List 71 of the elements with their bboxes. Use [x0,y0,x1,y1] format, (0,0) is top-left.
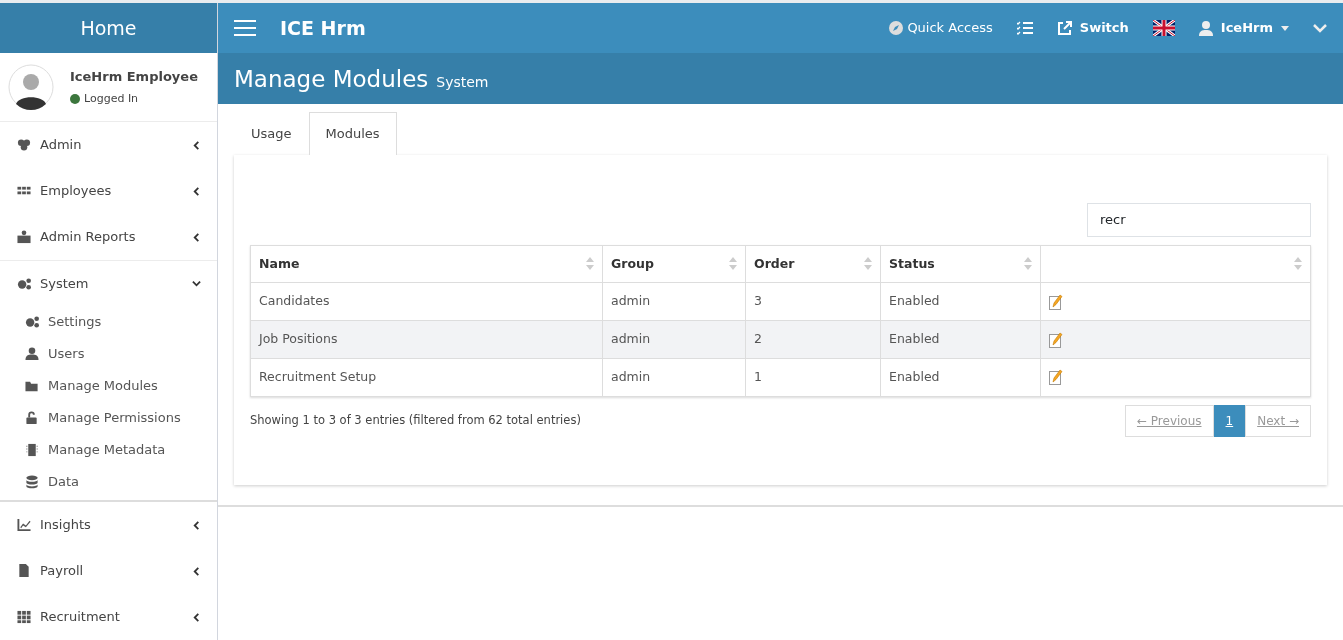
column-header[interactable]: Name [250,245,603,283]
column-header[interactable]: Status [880,245,1041,283]
user-menu[interactable]: IceHrm [1198,18,1289,38]
external-link-icon [1056,20,1072,36]
chevron-down-icon[interactable] [1313,23,1327,33]
sidebar-item[interactable]: Recruitment [0,594,217,640]
submenu-item[interactable]: Manage Metadata [0,434,217,466]
submenu-item[interactable]: Users [0,338,217,370]
page-title: Manage Modules [234,64,429,94]
app-title: ICE Hrm [280,15,367,41]
column-header[interactable]: Order [745,245,881,283]
sidebar-item[interactable]: Insights [0,502,217,548]
table-cell: Job Positions [250,320,603,359]
gears-icon [16,276,32,291]
status-text: Logged In [84,90,139,107]
document-icon [16,564,32,578]
caret-icon [1281,25,1289,31]
sort-icon[interactable] [586,257,594,271]
grid-icon [16,610,32,624]
person-icon [24,347,40,361]
quick-access-link[interactable]: Quick Access [889,18,993,38]
table-cell: admin [602,282,746,321]
table-cell: Enabled [880,358,1041,396]
table-info: Showing 1 to 3 of 3 entries (filtered from 62 total entries) [250,411,581,429]
edit-icon[interactable] [1049,293,1063,310]
edit-icon[interactable] [1049,369,1063,386]
table-cell: Recruitment Setup [250,358,603,396]
avatar-icon [8,64,54,110]
table-cell: Candidates [250,282,603,321]
flag-icon[interactable] [1152,20,1175,36]
tab[interactable]: Modules [308,112,397,155]
tab[interactable]: Usage [234,112,309,155]
checklist-icon[interactable] [1016,21,1033,35]
user-name: IceHrm Employee [70,68,198,86]
table-cell: 3 [745,282,881,321]
sort-icon[interactable] [729,257,737,271]
briefcase-icon [16,230,32,244]
lock-icon [24,411,40,425]
table-cell: admin [602,358,746,396]
table-cell: Enabled [880,282,1041,321]
sidebar-item[interactable]: Admin Reports [0,214,217,260]
column-header[interactable]: Group [602,245,746,283]
compass-icon [889,21,904,35]
switch-link[interactable]: Switch [1056,18,1129,38]
person-icon [1198,20,1213,36]
search-field[interactable]: recr [1087,202,1311,237]
table-cell: 1 [745,358,881,396]
table-cell: 2 [745,320,881,359]
sidebar-item[interactable]: Employees [0,168,217,214]
sidebar-item[interactable]: Payroll [0,548,217,594]
page-subtitle: System [436,73,489,92]
chart-icon [16,518,32,532]
submenu-item[interactable]: Manage Permissions [0,402,217,434]
sidebar-item[interactable]: Admin [0,122,217,168]
home-link[interactable]: Home [0,3,217,53]
gears-icon [24,315,40,329]
database-icon [24,475,40,489]
menu-icon[interactable] [234,20,256,36]
cubes-icon [16,138,32,152]
table-cell: Enabled [880,320,1041,359]
submenu-item[interactable]: Settings [0,306,217,338]
folder-icon [24,379,40,393]
sort-icon[interactable] [864,257,872,271]
table-cell: admin [602,320,746,359]
page-link[interactable]: 1 [1213,404,1246,437]
sort-icon[interactable] [1294,257,1302,271]
sort-icon[interactable] [1024,257,1032,271]
edit-icon[interactable] [1049,331,1063,348]
chip-icon [24,443,40,457]
submenu-item[interactable]: Data [0,466,217,498]
submenu-item[interactable]: Manage Modules [0,370,217,402]
